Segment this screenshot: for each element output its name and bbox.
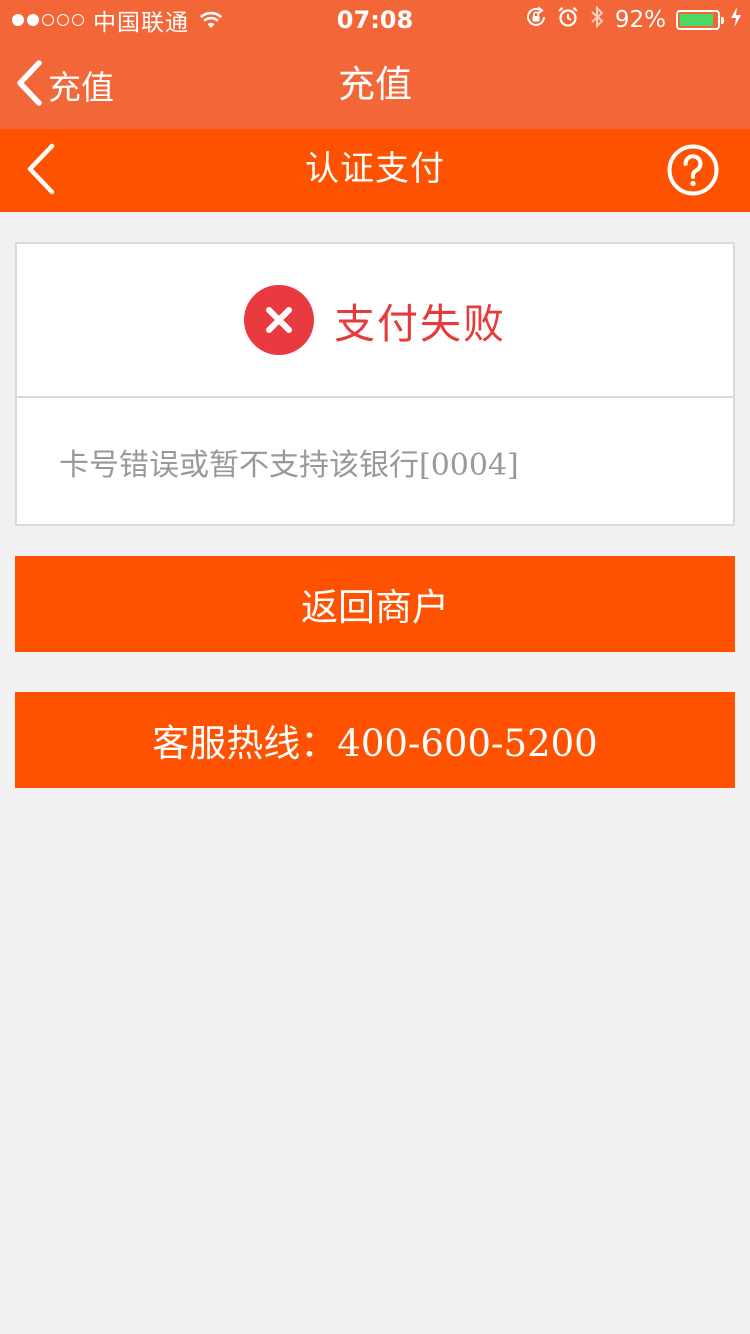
result-status: 支付失败 (17, 244, 733, 398)
app-screen: 中国联通 07:08 92% 充值 充值 认证支付 支付失败 卡号错误或暂不支持… (0, 0, 750, 1334)
nav-back-button[interactable]: 充值 (14, 40, 114, 129)
chevron-left-icon (14, 59, 44, 110)
return-to-merchant-button[interactable]: 返回商户 (15, 556, 735, 652)
payment-header-title: 认证支付 (305, 149, 445, 189)
status-bar: 中国联通 07:08 92% (0, 0, 750, 40)
bluetooth-icon (589, 5, 605, 35)
customer-hotline-button[interactable]: 客服热线：400-600-5200 (15, 692, 735, 788)
charging-bolt-icon (730, 6, 742, 34)
result-message: 卡号错误或暂不支持该银行[0004] (59, 448, 519, 483)
question-circle-icon (666, 144, 720, 201)
payment-header: 认证支付 (0, 129, 750, 212)
payment-back-button[interactable] (24, 129, 74, 212)
rotation-lock-icon (525, 6, 547, 34)
result-card: 支付失败 卡号错误或暂不支持该银行[0004] (15, 242, 735, 526)
alarm-clock-icon (557, 6, 579, 34)
nav-bar: 充值 充值 (0, 40, 750, 129)
result-title: 支付失败 (334, 300, 506, 348)
help-button[interactable] (666, 143, 720, 197)
chevron-left-icon (24, 142, 58, 200)
battery-icon (676, 10, 724, 30)
nav-back-label: 充值 (48, 67, 114, 107)
battery-percentage: 92% (614, 7, 666, 33)
close-circle-icon (244, 285, 314, 355)
status-right: 92% (525, 0, 742, 40)
